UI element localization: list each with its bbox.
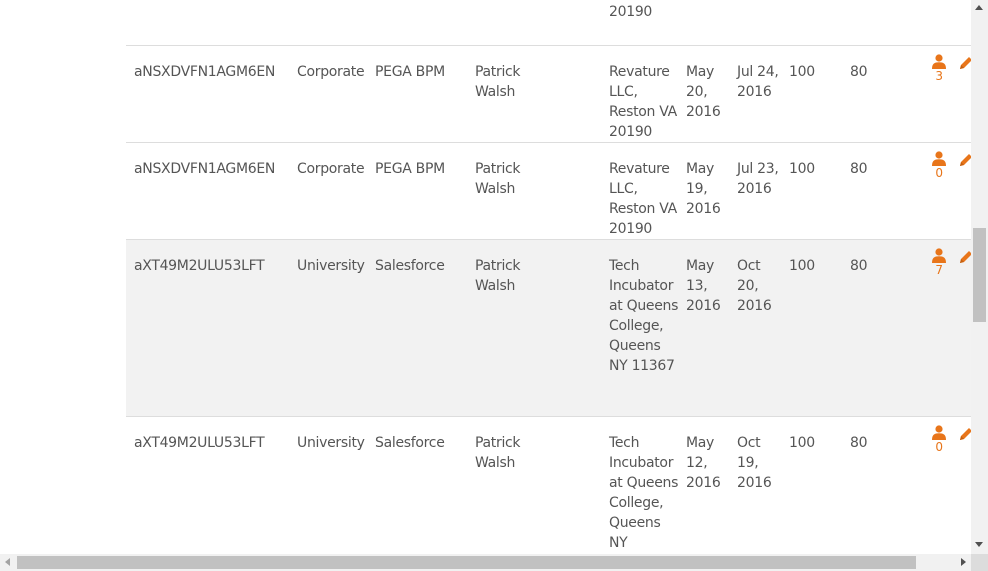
cell-end-date: Oct 19, 2016 [737, 435, 772, 491]
cell-start-date: May 12, 2016 [686, 435, 721, 491]
associates-button[interactable]: 3 [927, 54, 951, 83]
associates-count: 0 [935, 440, 943, 454]
cell-start-date: May 13, 2016 [686, 258, 721, 314]
edit-button[interactable] [958, 55, 971, 77]
cell-capacity: 100 [789, 435, 815, 451]
user-icon[interactable] [932, 425, 946, 440]
cell-skill: Salesforce [375, 435, 445, 451]
cell-end-date: Oct 20, 2016 [737, 258, 772, 314]
table-row: aXT49M2ULU53LFT University Salesforce Pa… [126, 417, 971, 554]
cell-start-date: 2016 [686, 0, 732, 2]
user-icon[interactable] [932, 151, 946, 166]
cell-end-date: Jul 24, 2016 [737, 64, 779, 100]
table-row: aXT49M2ULU53LFT University Salesforce Pa… [126, 240, 971, 417]
cell-start-date: May 20, 2016 [686, 64, 721, 120]
pencil-icon[interactable] [958, 249, 971, 265]
cell-skill: PEGA BPM [375, 64, 445, 80]
cell-capacity: 100 [789, 258, 815, 274]
cell-trainer: Patrick Walsh [475, 435, 521, 471]
pencil-icon[interactable] [958, 426, 971, 442]
cell-location: Revature LLC, Reston VA 20190 [609, 161, 677, 237]
cell-capacity: 100 [789, 161, 815, 177]
cell-type: Corporate [297, 161, 365, 177]
edit-button[interactable] [958, 152, 971, 174]
cell-start-date: May 19, 2016 [686, 161, 721, 217]
pencil-icon[interactable] [958, 55, 971, 71]
user-icon[interactable] [932, 54, 946, 69]
scroll-right-arrow-icon[interactable] [961, 558, 966, 566]
cell-passing: 80 [850, 64, 868, 80]
cell-location: Tech Incubator at Queens College, Queens… [609, 435, 679, 551]
cell-location: Tech Incubator at Queens College, Queens… [609, 258, 679, 374]
cell-end-date: 2016 [737, 0, 783, 2]
batch-table-viewport: Reston VA 20190 2016 2016 aNSXDVFN1AGM6E… [0, 0, 971, 554]
table-row: aNSXDVFN1AGM6EN Corporate PEGA BPM Patri… [126, 143, 971, 240]
cell-skill: PEGA BPM [375, 161, 445, 177]
edit-button[interactable] [958, 426, 971, 448]
associates-button[interactable]: 0 [927, 151, 951, 180]
scroll-up-arrow-icon[interactable] [975, 5, 983, 10]
cell-batch-id: aNSXDVFN1AGM6EN [134, 64, 276, 80]
cell-type: University [297, 258, 365, 274]
horizontal-scrollbar[interactable] [0, 554, 971, 571]
scroll-down-arrow-icon[interactable] [975, 542, 983, 547]
table-row: Reston VA 20190 2016 2016 [126, 0, 971, 46]
vertical-scrollbar[interactable] [971, 0, 988, 554]
cell-type: Corporate [297, 64, 365, 80]
cell-batch-id: aXT49M2ULU53LFT [134, 435, 265, 451]
cell-trainer: Patrick Walsh [475, 64, 521, 100]
cell-trainer: Patrick Walsh [475, 258, 521, 294]
associates-button[interactable]: 7 [927, 248, 951, 277]
cell-type: University [297, 435, 365, 451]
cell-capacity: 100 [789, 64, 815, 80]
cell-skill: Salesforce [375, 258, 445, 274]
cell-trainer: Patrick Walsh [475, 161, 521, 197]
associates-count: 0 [935, 166, 943, 180]
scrollbar-corner [971, 554, 988, 571]
cell-passing: 80 [850, 161, 868, 177]
user-icon[interactable] [932, 248, 946, 263]
scroll-left-arrow-icon[interactable] [5, 558, 10, 566]
associates-button[interactable]: 0 [927, 425, 951, 454]
cell-location: Reston VA 20190 [609, 4, 653, 20]
horizontal-scroll-thumb[interactable] [17, 556, 916, 569]
edit-button[interactable] [958, 249, 971, 271]
vertical-scroll-thumb[interactable] [973, 228, 986, 322]
cell-batch-id: aNSXDVFN1AGM6EN [134, 161, 276, 177]
table-row: aNSXDVFN1AGM6EN Corporate PEGA BPM Patri… [126, 46, 971, 143]
cell-end-date: Jul 23, 2016 [737, 161, 779, 197]
cell-batch-id: aXT49M2ULU53LFT [134, 258, 265, 274]
cell-passing: 80 [850, 258, 868, 274]
cell-location: Revature LLC, Reston VA 20190 [609, 64, 677, 140]
associates-count: 3 [935, 69, 943, 83]
pencil-icon[interactable] [958, 152, 971, 168]
cell-passing: 80 [850, 435, 868, 451]
associates-count: 7 [935, 263, 943, 277]
